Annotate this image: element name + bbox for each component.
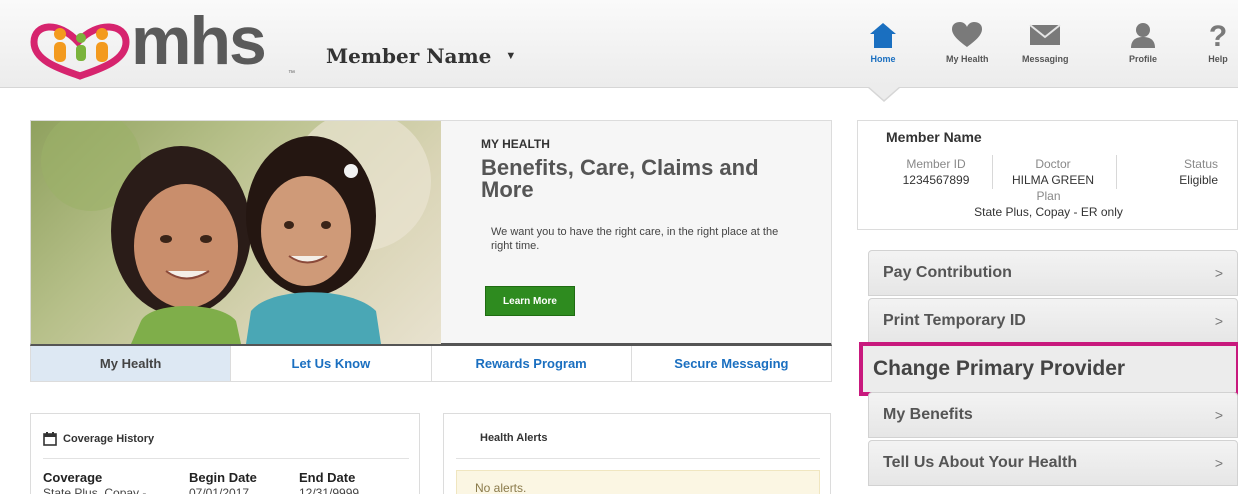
begin-date-header: Begin Date bbox=[189, 470, 257, 485]
question-icon: ? bbox=[1209, 20, 1227, 50]
print-temporary-id-button[interactable]: Print Temporary ID > bbox=[868, 298, 1238, 344]
coverage-history-title: Coverage History bbox=[43, 432, 154, 446]
hero-photo bbox=[31, 121, 441, 344]
tab-secure-messaging[interactable]: Secure Messaging bbox=[631, 346, 831, 381]
logo-wordmark: mhs bbox=[131, 3, 267, 79]
family-logo-icon bbox=[30, 23, 130, 80]
doctor-value: HILMA GREEN bbox=[1011, 173, 1095, 187]
hero-title: Benefits, Care, Claims and More bbox=[481, 155, 759, 202]
alerts-message-box: No alerts. bbox=[456, 470, 820, 494]
tab-my-health[interactable]: My Health bbox=[31, 346, 232, 381]
status-value: Eligible bbox=[1179, 173, 1218, 187]
member-summary-card: Member Name Member ID 1234567899 Doctor … bbox=[857, 120, 1238, 230]
mhs-logo[interactable]: mhs ™ bbox=[26, 6, 296, 82]
hero-eyebrow: MY HEALTH bbox=[481, 137, 550, 151]
nav-messaging[interactable]: Messaging bbox=[1022, 20, 1069, 64]
alerts-message: No alerts. bbox=[475, 481, 527, 494]
chevron-right-icon: > bbox=[1214, 455, 1223, 471]
mother-daughter-photo bbox=[41, 121, 431, 344]
pay-contribution-button[interactable]: Pay Contribution > bbox=[868, 250, 1238, 296]
learn-more-button[interactable]: Learn More bbox=[485, 286, 575, 316]
chevron-down-icon: ▼ bbox=[505, 50, 517, 62]
hero-description: We want you to have the right care, in t… bbox=[491, 226, 779, 252]
svg-text:?: ? bbox=[1209, 20, 1227, 50]
doctor-label: Doctor bbox=[1035, 157, 1071, 171]
heart-icon bbox=[952, 22, 983, 47]
coverage-header: Coverage bbox=[43, 470, 103, 485]
my-benefits-button[interactable]: My Benefits > bbox=[868, 392, 1238, 438]
chevron-right-icon: > bbox=[1214, 407, 1223, 423]
tab-let-us-know[interactable]: Let Us Know bbox=[231, 346, 432, 381]
end-date-cell: 12/31/9999 bbox=[299, 486, 360, 494]
member-name-dropdown[interactable]: Member Name ▼ bbox=[326, 44, 516, 68]
envelope-icon bbox=[1029, 24, 1061, 45]
calendar-icon bbox=[43, 432, 57, 446]
top-header: mhs ™ Member Name ▼ Home My Health Messa… bbox=[0, 0, 1238, 88]
plan-value: State Plus, Copay - ER only bbox=[974, 205, 1123, 219]
status-label: Status bbox=[1183, 157, 1218, 171]
chevron-right-icon: > bbox=[1214, 313, 1223, 329]
active-nav-pointer bbox=[868, 86, 900, 100]
nav-my-health[interactable]: My Health bbox=[946, 20, 989, 64]
nav-home[interactable]: Home bbox=[868, 20, 898, 64]
member-card-name: Member Name bbox=[886, 129, 982, 145]
end-date-header: End Date bbox=[299, 470, 356, 485]
chevron-right-icon: > bbox=[1214, 265, 1223, 281]
begin-date-cell: 07/01/2017 bbox=[189, 486, 250, 494]
home-icon bbox=[870, 23, 896, 48]
section-tabs: My Health Let Us Know Rewards Program Se… bbox=[30, 346, 832, 382]
nav-profile[interactable]: Profile bbox=[1128, 20, 1158, 64]
member-id-value: 1234567899 bbox=[902, 173, 970, 187]
member-id-label: Member ID bbox=[906, 157, 966, 171]
nav-help[interactable]: ? Help bbox=[1206, 20, 1230, 64]
user-icon bbox=[1131, 23, 1155, 48]
coverage-cell: State Plus, Copay - bbox=[43, 486, 147, 494]
change-primary-provider-button[interactable]: Change Primary Provider bbox=[859, 342, 1238, 396]
health-alerts-title: Health Alerts bbox=[480, 432, 548, 444]
hero-banner: MY HEALTH Benefits, Care, Claims and Mor… bbox=[30, 120, 832, 346]
member-name-label: Member Name bbox=[326, 44, 492, 68]
coverage-history-card: Coverage History Coverage Begin Date End… bbox=[30, 413, 420, 494]
plan-label: Plan bbox=[1036, 189, 1061, 203]
tab-rewards-program[interactable]: Rewards Program bbox=[431, 346, 632, 381]
tell-us-about-your-health-button[interactable]: Tell Us About Your Health > bbox=[868, 440, 1238, 486]
health-alerts-card: Health Alerts No alerts. bbox=[443, 413, 831, 494]
